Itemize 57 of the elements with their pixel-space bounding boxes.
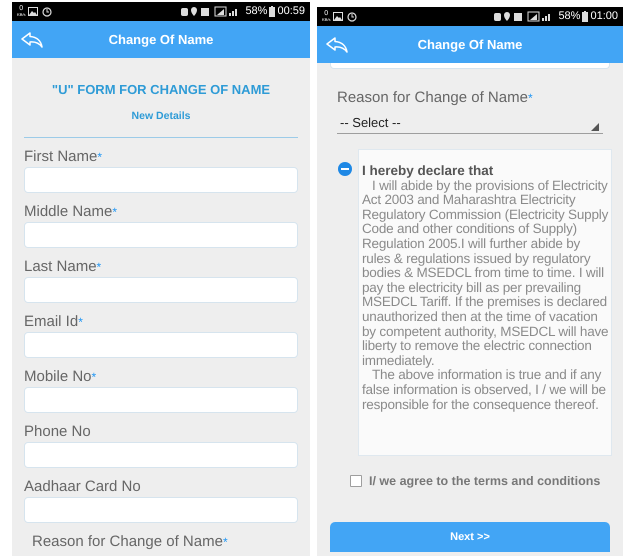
header-title: Change Of Name	[418, 36, 522, 54]
field-label: Email Id	[24, 313, 78, 330]
clock: 01:00	[590, 9, 618, 24]
back-button[interactable]	[20, 30, 44, 50]
reason-dropdown[interactable]: -- Select --	[337, 112, 603, 134]
declaration-text: I will abide by the provisions of Electricity Act 2003 and Maharashtra Electricity Regulatory Commission (Electricity Supply Code and other conditions of Supply) Regulation 2005.I will further abide by rules & regulations issued by regulatory bodies & MSEDCL from time to time. I will pay the electricity bill as per prevailing MSEDCL Tariff. If the premises is declared unauthorized then at the time of vacation by competent authority, MSEDCL will have liberty to remove the electric connection immediately.	[362, 178, 610, 368]
input-field[interactable]	[24, 442, 298, 468]
clock: 00:59	[277, 4, 305, 20]
back-arrow-icon	[21, 32, 43, 48]
declaration-text: The above information is true and if any false information is observed, I / we will be responsible for the consequence thereof.	[362, 368, 607, 412]
required-mark: *	[97, 150, 102, 164]
signal-icon	[229, 9, 238, 16]
battery-percent: 58%	[245, 4, 268, 20]
field-label: Middle Name	[24, 203, 112, 220]
mobile-data-icon	[528, 12, 540, 22]
required-mark: *	[528, 91, 533, 105]
back-button[interactable]	[325, 34, 349, 54]
field-label: Aadhaar Card No	[24, 478, 141, 496]
field-label: Reason for Change of Name	[337, 89, 528, 106]
input-field[interactable]	[24, 277, 298, 304]
input-field[interactable]	[330, 63, 610, 69]
signal-icon	[542, 14, 550, 21]
field-label: Mobile No	[24, 368, 92, 386]
back-arrow-icon	[326, 36, 348, 52]
header-title: Change Of Name	[108, 30, 214, 49]
declaration-heading: I hereby declare that	[362, 164, 494, 179]
form-subtitle: New Details	[130, 108, 192, 124]
agree-label: I/ we agree to the terms and conditions	[369, 473, 600, 490]
location-icon	[191, 7, 198, 16]
battery-icon	[269, 6, 276, 17]
input-field[interactable]	[24, 387, 298, 414]
field-label: Reason for Change of Name	[32, 533, 223, 550]
dropdown-arrow-icon	[591, 123, 599, 131]
form-title: "U" FORM FOR CHANGE OF NAME	[50, 81, 272, 99]
required-mark: *	[92, 370, 96, 384]
battery-percent: 58%	[558, 9, 580, 24]
image-icon	[28, 7, 38, 16]
collapse-button[interactable]	[338, 162, 352, 176]
required-mark: *	[96, 260, 102, 274]
required-mark: *	[78, 315, 83, 330]
minus-icon	[341, 165, 349, 173]
image-icon	[333, 12, 344, 21]
timer-icon	[347, 12, 358, 22]
field-label: Last Name	[24, 258, 97, 276]
input-field[interactable]	[24, 222, 298, 248]
field-label: First Name	[24, 148, 98, 166]
input-field[interactable]	[24, 497, 298, 524]
timer-icon	[42, 6, 52, 16]
input-field[interactable]	[24, 332, 298, 358]
required-mark: *	[112, 205, 118, 220]
location-icon	[504, 12, 510, 21]
checkbox[interactable]	[350, 475, 362, 488]
input-field[interactable]	[24, 167, 298, 194]
mobile-data-icon	[214, 6, 227, 16]
required-mark: *	[222, 535, 228, 550]
battery-icon	[582, 11, 588, 22]
field-label: Phone No	[24, 423, 91, 440]
